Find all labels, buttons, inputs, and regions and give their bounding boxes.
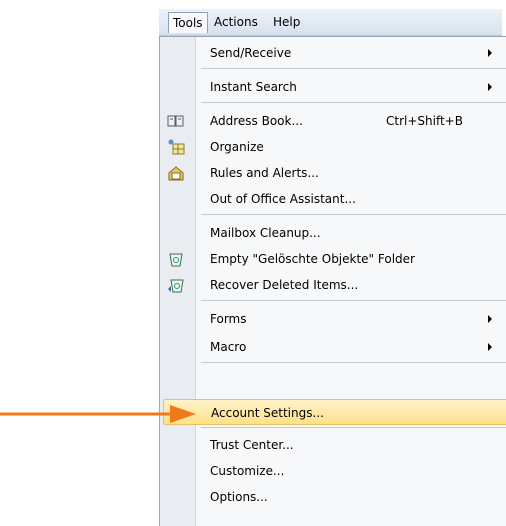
menu-item-options[interactable]: Options... xyxy=(160,484,506,510)
shortcut-text: Ctrl+Shift+B xyxy=(386,114,463,128)
submenu-arrow-icon xyxy=(488,83,492,91)
menu-item-address-book[interactable]: Address Book... Ctrl+Shift+B xyxy=(160,108,506,134)
address-book-icon xyxy=(167,115,184,127)
menu-item-forms[interactable]: Forms xyxy=(160,306,506,332)
menu-item-mailbox-cleanup[interactable]: Mailbox Cleanup... xyxy=(160,220,506,246)
rules-alerts-icon xyxy=(168,166,184,181)
submenu-arrow-icon xyxy=(488,315,492,323)
menu-item-label: Out of Office Assistant... xyxy=(210,192,356,206)
submenu-arrow-icon xyxy=(488,343,492,351)
menu-item-label: Account Settings... xyxy=(211,406,324,420)
menu-tools[interactable]: Tools xyxy=(168,12,208,33)
recover-items-icon xyxy=(168,279,184,293)
menu-item-label: Trust Center... xyxy=(210,438,294,452)
menu-help[interactable]: Help xyxy=(269,12,304,33)
menu-item-trust-center[interactable]: Trust Center... xyxy=(160,432,506,458)
menu-separator xyxy=(201,300,506,301)
menu-item-empty-deleted[interactable]: Empty "Gelöschte Objekte" Folder xyxy=(160,246,506,272)
menu-item-label: Rules and Alerts... xyxy=(210,166,319,180)
menu-item-out-of-office[interactable]: Out of Office Assistant... xyxy=(160,186,506,212)
menu-separator xyxy=(201,427,506,428)
tools-dropdown-menu: Send/Receive Instant Search Address Book… xyxy=(159,36,506,526)
menu-tools-label: Tools xyxy=(173,16,203,30)
menu-separator xyxy=(201,68,506,69)
menu-actions[interactable]: Actions xyxy=(210,12,262,33)
menu-item-recover-deleted[interactable]: Recover Deleted Items... xyxy=(160,272,506,298)
menu-item-label: Address Book... xyxy=(210,114,303,128)
menu-item-organize[interactable]: Organize xyxy=(160,134,506,160)
menu-separator xyxy=(201,102,506,103)
menu-bar: Tools Actions Help xyxy=(159,9,502,36)
menu-item-label: Options... xyxy=(210,490,268,504)
menu-help-label: Help xyxy=(273,15,301,29)
menu-item-label: Empty "Gelöschte Objekte" Folder xyxy=(210,252,415,266)
menu-item-label: Send/Receive xyxy=(210,46,292,60)
menu-item-macro[interactable]: Macro xyxy=(160,334,506,360)
menu-item-customize[interactable]: Customize... xyxy=(160,458,506,484)
menu-item-label: Macro xyxy=(210,340,247,354)
menu-actions-label: Actions xyxy=(214,15,258,29)
pointer-arrow-icon xyxy=(0,405,196,423)
menu-separator xyxy=(201,362,506,363)
menu-item-label: Recover Deleted Items... xyxy=(210,278,359,292)
menu-item-label: Organize xyxy=(210,140,264,154)
empty-trash-icon xyxy=(169,253,183,267)
submenu-arrow-icon xyxy=(488,49,492,57)
menu-separator xyxy=(201,214,506,215)
menu-item-send-receive[interactable]: Send/Receive xyxy=(160,40,506,66)
menu-item-label: Instant Search xyxy=(210,80,297,94)
menu-item-rules-alerts[interactable]: Rules and Alerts... xyxy=(160,160,506,186)
organize-icon xyxy=(168,139,185,155)
menu-item-instant-search[interactable]: Instant Search xyxy=(160,74,506,100)
menu-item-label: Mailbox Cleanup... xyxy=(210,226,321,240)
menu-item-label: Customize... xyxy=(210,464,285,478)
menu-item-label: Forms xyxy=(210,312,247,326)
menu-item-account-settings[interactable]: Account Settings... xyxy=(163,399,506,425)
